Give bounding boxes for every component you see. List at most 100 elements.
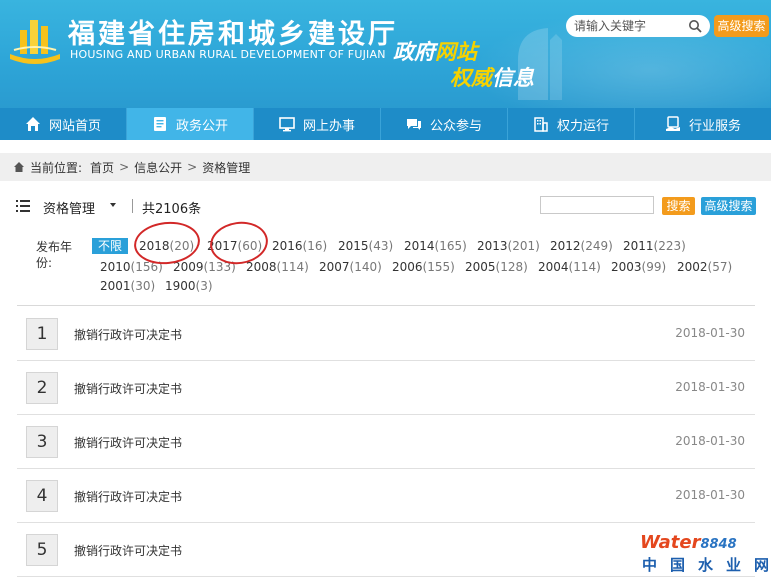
breadcrumb-home-link[interactable]: 首页: [90, 159, 114, 176]
row-number: 4: [26, 480, 58, 512]
row-title-link[interactable]: 撤销行政许可决定书: [74, 380, 182, 397]
slogan-line-1-a: 政府: [393, 40, 435, 64]
breadcrumb-info-link[interactable]: 信息公开: [134, 159, 182, 176]
year-count: (114): [568, 260, 601, 274]
home-icon: [25, 117, 40, 131]
year-value: 2016: [272, 239, 303, 253]
year-option[interactable]: 2014(165): [404, 238, 467, 254]
nav-item-label: 网站首页: [48, 118, 101, 134]
nav-item-home[interactable]: 网站首页: [0, 108, 127, 140]
year-count: (114): [276, 260, 309, 274]
row-number: 1: [26, 318, 58, 350]
year-count: (3): [195, 279, 213, 293]
nav-item-label: 公众参与: [429, 118, 482, 134]
nav-item-industry-services[interactable]: 行业服务: [635, 108, 771, 140]
row-number: 2: [26, 372, 58, 404]
chevron-down-icon[interactable]: [110, 203, 116, 207]
list-search-input[interactable]: [540, 196, 654, 214]
year-option[interactable]: 2003(99): [611, 259, 666, 275]
site-subtitle: HOUSING AND URBAN RURAL DEVELOPMENT OF F…: [70, 48, 386, 61]
breadcrumb-current: 资格管理: [202, 160, 251, 175]
home-icon: [14, 162, 24, 172]
row-date: 2018-01-30: [675, 326, 745, 340]
advanced-search-button[interactable]: 高级搜索: [701, 197, 756, 215]
total-count: 共2106条: [142, 202, 202, 217]
year-count: (140): [349, 260, 382, 274]
row-title-link[interactable]: 撤销行政许可决定书: [74, 326, 182, 343]
monitor-icon: [279, 117, 295, 132]
watermark-line-1: Water8848: [640, 532, 737, 553]
row-date: 2018-01-30: [675, 434, 745, 448]
year-option[interactable]: 2011(223): [623, 238, 686, 254]
nav-item-online-services[interactable]: 网上办事: [254, 108, 381, 140]
year-option[interactable]: 2006(155): [392, 259, 455, 275]
year-count: (155): [422, 260, 455, 274]
list-toolbar: 资格管理 共2106条 搜索 高级搜索: [0, 192, 771, 220]
category-dropdown[interactable]: 资格管理: [43, 198, 95, 217]
nav-item-public-participation[interactable]: 公众参与: [381, 108, 508, 140]
year-option[interactable]: 2016(16): [272, 238, 327, 254]
row-date: 2018-01-30: [675, 380, 745, 394]
breadcrumb-separator: >: [187, 160, 198, 174]
service-icon: [665, 116, 680, 131]
breadcrumb: 当前位置: 首页 > 信息公开 > 资格管理: [0, 153, 771, 181]
year-value: 2012: [550, 239, 581, 253]
slogan-line-2: 权威信息: [450, 62, 534, 92]
year-option[interactable]: 2015(43): [338, 238, 393, 254]
watermark-word: Water: [640, 532, 701, 553]
nav-item-government-affairs[interactable]: 政务公开: [127, 108, 254, 140]
slogan-line-2-b: 信息: [492, 66, 534, 90]
list-item[interactable]: 4 撤销行政许可决定书 2018-01-30: [17, 469, 755, 523]
list-item[interactable]: 1 撤销行政许可决定书 2018-01-30: [17, 307, 755, 361]
year-value: 2010: [100, 260, 131, 274]
nav-item-label: 行业服务: [688, 118, 741, 134]
year-count: (57): [707, 260, 733, 274]
year-count: (165): [434, 239, 467, 253]
header-advanced-search-button[interactable]: 高级搜索: [714, 15, 769, 37]
year-value: 2015: [338, 239, 369, 253]
header-banner: 福建省住房和城乡建设厅 HOUSING AND URBAN RURAL DEVE…: [0, 0, 771, 108]
search-icon[interactable]: [688, 19, 702, 33]
list-item[interactable]: 3 撤销行政许可决定书 2018-01-30: [17, 415, 755, 469]
year-count: (249): [580, 239, 613, 253]
year-option[interactable]: 2004(114): [538, 259, 601, 275]
year-option[interactable]: 2002(57): [677, 259, 732, 275]
year-count: (128): [495, 260, 528, 274]
year-value: 2013: [477, 239, 508, 253]
slogan-line-2-a: 权威: [450, 66, 492, 90]
search-button[interactable]: 搜索: [662, 197, 695, 215]
year-value: 2008: [246, 260, 277, 274]
row-title-link[interactable]: 撤销行政许可决定书: [74, 434, 182, 451]
year-value: 2011: [623, 239, 654, 253]
year-filter: 发布年份: 不限 2018(20) 2017(60) 2016(16) 2015…: [17, 218, 755, 306]
watermark-number: 8848: [700, 537, 737, 552]
year-option[interactable]: 2012(249): [550, 238, 613, 254]
year-option[interactable]: 2008(114): [246, 259, 309, 275]
logo-icon[interactable]: [6, 14, 64, 66]
row-title-link[interactable]: 撤销行政许可决定书: [74, 542, 182, 559]
year-option-all[interactable]: 不限: [92, 238, 129, 254]
year-option[interactable]: 2013(201): [477, 238, 540, 254]
slogan-line-1-b: 网站: [435, 40, 477, 64]
nav-item-label: 网上办事: [302, 118, 355, 134]
year-value: 2002: [677, 260, 708, 274]
header-search-input[interactable]: [574, 17, 684, 35]
year-count: (99): [641, 260, 667, 274]
year-value: 2005: [465, 260, 496, 274]
list-icon: [16, 200, 30, 212]
year-option[interactable]: 2001(30): [100, 278, 155, 294]
year-option[interactable]: 2007(140): [319, 259, 382, 275]
year-count: (16): [302, 239, 328, 253]
year-value: 1900: [165, 279, 196, 293]
year-count: (43): [368, 239, 394, 253]
site-title: 福建省住房和城乡建设厅: [68, 19, 398, 50]
year-value: 2014: [404, 239, 435, 253]
building-icon: [534, 117, 548, 132]
year-option[interactable]: 1900(3): [165, 278, 213, 294]
list-item[interactable]: 2 撤销行政许可决定书 2018-01-30: [17, 361, 755, 415]
watermark-line-2: 中国水业网: [642, 556, 771, 574]
year-value: 2004: [538, 260, 569, 274]
year-option[interactable]: 2005(128): [465, 259, 528, 275]
row-title-link[interactable]: 撤销行政许可决定书: [74, 488, 182, 505]
nav-item-power-operation[interactable]: 权力运行: [508, 108, 635, 140]
